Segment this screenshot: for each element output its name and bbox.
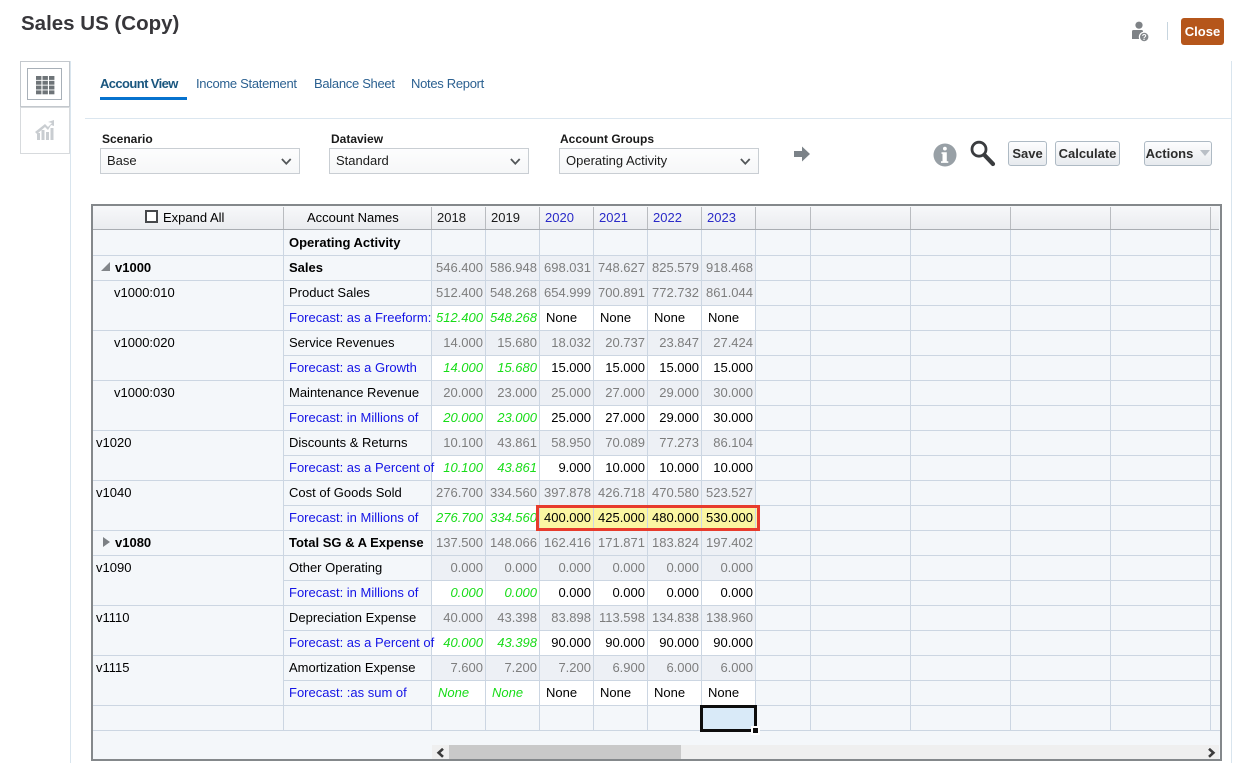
svg-text:?: ?	[1142, 33, 1147, 42]
